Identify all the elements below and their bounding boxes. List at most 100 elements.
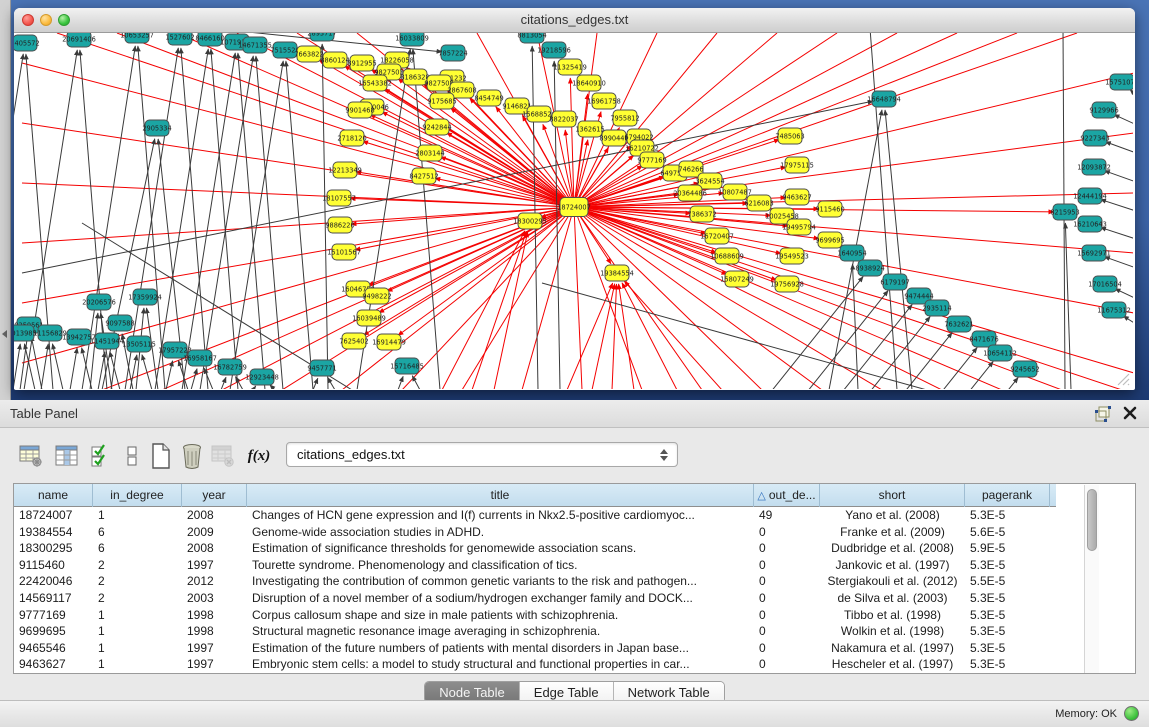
memory-status-icon[interactable] [1124, 706, 1139, 721]
graph-node[interactable]: 9498222 [362, 288, 391, 304]
network-canvas[interactable]: 1872400724055722069140610653257152760284… [14, 33, 1133, 389]
graph-node[interactable]: 11325419 [553, 59, 587, 75]
graph-node[interactable]: 17016504 [1088, 276, 1122, 292]
table-row[interactable]: 1456911722003Disruption of a novel membe… [14, 590, 1056, 607]
graph-node[interactable]: 10688609 [710, 248, 744, 264]
graph-node[interactable]: 6179197 [880, 274, 909, 290]
graph-node[interactable]: 20364486 [673, 185, 707, 201]
table-mode-icon[interactable] [16, 440, 46, 472]
graph-node[interactable]: 12093872 [1077, 159, 1111, 175]
graph-node[interactable]: 18724007 [557, 198, 591, 217]
column-header-in_degree[interactable]: in_degree [93, 484, 182, 507]
delete-icon[interactable] [177, 440, 207, 472]
table-selector-dropdown[interactable]: citations_edges.txt [286, 442, 678, 467]
graph-node[interactable]: 8860124 [320, 52, 349, 68]
graph-node[interactable]: 18300295 [513, 213, 547, 229]
network-window-titlebar[interactable]: citations_edges.txt [14, 8, 1135, 33]
table-row[interactable]: 2242004622012Investigating the contribut… [14, 573, 1056, 590]
graph-node[interactable]: 8215953 [1050, 204, 1079, 220]
column-header-title[interactable]: title [247, 484, 754, 507]
left-splitter-strip[interactable] [0, 0, 11, 400]
graph-node[interactable]: 2893717 [307, 33, 336, 41]
graph-node[interactable]: 8912955 [347, 55, 376, 71]
graph-node[interactable]: 20691406 [62, 33, 96, 47]
graph-node[interactable]: 9245652 [1010, 361, 1039, 377]
graph-node[interactable]: 13505115 [122, 336, 156, 352]
graph-node[interactable]: 15751074 [1105, 74, 1133, 90]
graph-node[interactable]: 15716485 [390, 358, 424, 374]
table-row[interactable]: 1830029562008Estimation of significance … [14, 540, 1056, 557]
dropdown-stepper-icon[interactable] [657, 445, 671, 464]
graph-node[interactable]: 9242844 [422, 119, 451, 135]
graph-node[interactable]: 12213349 [328, 162, 362, 178]
close-panel-icon[interactable] [1123, 406, 1137, 420]
graph-node[interactable]: 6216083 [744, 195, 773, 211]
graph-node[interactable]: 7857224 [438, 45, 467, 61]
resize-grip-icon[interactable] [1114, 370, 1130, 386]
graph-node[interactable]: 9457771 [307, 360, 336, 376]
graph-node[interactable]: 10654112 [983, 345, 1017, 361]
graph-node[interactable]: 2905334 [142, 120, 171, 136]
select-all-icon[interactable] [86, 440, 116, 472]
column-header-short[interactable]: short [820, 484, 965, 507]
graph-node[interactable]: 7955812 [610, 110, 639, 126]
graph-node[interactable]: 12923448 [245, 369, 279, 385]
graph-node[interactable]: 15101567 [327, 244, 361, 260]
new-document-icon[interactable] [146, 440, 176, 472]
table-row[interactable]: 946362711997Embryonic stem cells: a mode… [14, 656, 1056, 673]
graph-node[interactable]: 9115460 [815, 201, 844, 217]
graph-node[interactable]: 17359924 [128, 289, 162, 305]
graph-node[interactable]: 15807249 [720, 271, 754, 287]
graph-node[interactable]: 11675312 [1097, 302, 1131, 318]
column-header-year[interactable]: year [182, 484, 247, 507]
table-row[interactable]: 911546021997Tourette syndrome. Phenomeno… [14, 557, 1056, 574]
graph-node[interactable]: 2935114 [922, 300, 951, 316]
graph-node[interactable]: 18107557 [322, 190, 356, 206]
unselect-all-icon[interactable] [118, 440, 148, 472]
graph-node[interactable]: 15692971 [1077, 245, 1111, 261]
graph-node[interactable]: 9097588 [105, 315, 134, 331]
graph-node[interactable]: 8938924 [855, 260, 884, 276]
graph-node[interactable]: 19549523 [775, 248, 809, 264]
table-row[interactable]: 1938455462009Genome-wide association stu… [14, 524, 1056, 541]
graph-node[interactable]: 9463627 [782, 189, 811, 205]
graph-node[interactable]: 9901468 [345, 102, 374, 118]
graph-node[interactable]: 19218596 [537, 42, 571, 58]
graph-node[interactable]: 16720407 [700, 228, 734, 244]
graph-node[interactable]: 1640954 [837, 245, 866, 261]
graph-node[interactable]: 9699695 [815, 232, 844, 248]
table-row[interactable]: 969969511998Structural magnetic resonanc… [14, 623, 1056, 640]
node-table[interactable]: namein_degreeyeartitle△out_de...shortpag… [13, 483, 1136, 674]
graph-node[interactable]: 2405572 [14, 35, 40, 51]
splitter-collapse-icon[interactable] [2, 330, 7, 338]
graph-node[interactable]: 9886220 [325, 217, 354, 233]
column-header-pagerank[interactable]: pagerank [965, 484, 1050, 507]
table-row[interactable]: 946554611997Estimation of the future num… [14, 640, 1056, 657]
function-builder-icon[interactable]: f(x) [244, 440, 274, 472]
graph-node[interactable]: 9227343 [1080, 130, 1109, 146]
graph-node[interactable]: 16210643 [1073, 216, 1107, 232]
graph-node[interactable]: 19384554 [600, 265, 634, 281]
graph-node[interactable]: 18640910 [572, 75, 606, 91]
graph-node[interactable]: 20206576 [82, 294, 116, 310]
graph-node[interactable]: 9175685 [427, 93, 456, 109]
graph-node[interactable]: 7485063 [775, 128, 804, 144]
graph-node[interactable]: 8822037 [549, 111, 578, 127]
graph-node[interactable]: 8427512 [409, 168, 438, 184]
scrollbar-thumb[interactable] [1087, 489, 1097, 551]
graph-node[interactable]: 2718120 [337, 130, 366, 146]
graph-node[interactable]: 7625402 [339, 333, 368, 349]
graph-node[interactable]: 16782759 [213, 359, 247, 375]
graph-node[interactable]: 1527602 [165, 33, 194, 45]
graph-node[interactable]: 19495794 [782, 219, 816, 235]
graph-node[interactable]: 10807487 [718, 184, 752, 200]
graph-node[interactable]: 16033809 [395, 33, 429, 46]
graph-node[interactable]: 2803144 [415, 145, 444, 161]
graph-node[interactable]: 16648794 [867, 91, 901, 107]
column-header-out_de[interactable]: △out_de... [754, 484, 820, 507]
column-header-name[interactable]: name [14, 484, 93, 507]
graph-node[interactable]: 17975115 [780, 157, 814, 173]
table-row[interactable]: 977716911998Corpus callosum shape and si… [14, 607, 1056, 624]
float-panel-icon[interactable] [1095, 406, 1111, 422]
graph-node[interactable]: 7386372 [687, 206, 716, 222]
